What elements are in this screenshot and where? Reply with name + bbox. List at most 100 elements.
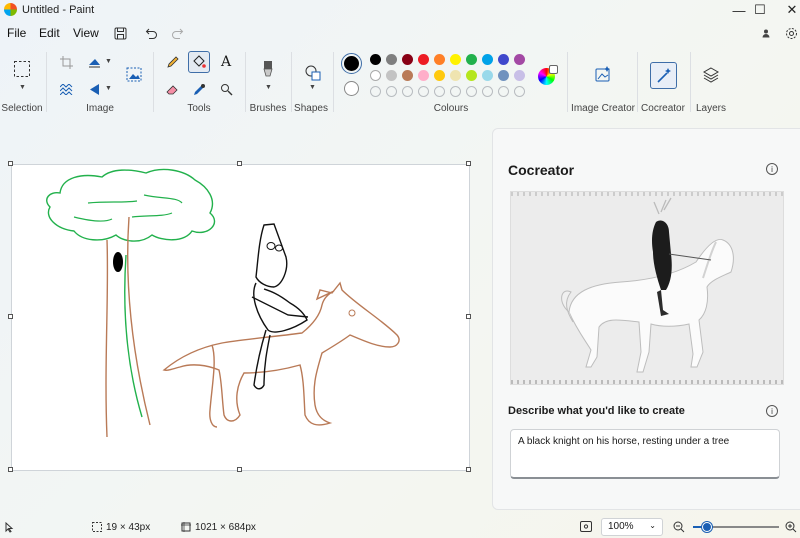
brushes-chevron-icon[interactable]: ▼ bbox=[265, 84, 272, 91]
close-button[interactable]: ✕ bbox=[775, 0, 800, 20]
resize-handle-br[interactable] bbox=[466, 467, 471, 472]
layers-button[interactable] bbox=[700, 64, 722, 86]
rotate-chevron-icon[interactable]: ▼ bbox=[105, 58, 112, 65]
shapes-chevron-icon[interactable]: ▼ bbox=[309, 84, 316, 91]
colour-swatch[interactable] bbox=[386, 54, 397, 65]
selection-tool-button[interactable] bbox=[11, 58, 33, 80]
colour-swatch[interactable] bbox=[514, 54, 525, 65]
color-picker-button[interactable] bbox=[189, 79, 209, 99]
brushes-button[interactable] bbox=[257, 58, 279, 80]
chevron-down-icon[interactable]: ▼ bbox=[19, 84, 26, 91]
image-creator-button[interactable] bbox=[592, 63, 614, 85]
rotate-button[interactable] bbox=[84, 52, 104, 72]
flip-chevron-icon[interactable]: ▼ bbox=[105, 85, 112, 92]
prompt-info-icon[interactable]: i bbox=[766, 405, 778, 417]
text-button[interactable]: A bbox=[216, 52, 236, 72]
ribbon-divider bbox=[46, 52, 47, 112]
cocreator-button[interactable] bbox=[650, 62, 677, 89]
resize-handle-tr[interactable] bbox=[466, 161, 471, 166]
colour-swatch[interactable] bbox=[370, 86, 381, 97]
resize-button[interactable] bbox=[56, 79, 76, 99]
zoom-select[interactable]: 100% ⌄ bbox=[601, 518, 663, 536]
colour-swatch[interactable] bbox=[514, 70, 525, 81]
drawing-canvas[interactable] bbox=[11, 164, 470, 471]
colour-swatch[interactable] bbox=[370, 70, 381, 81]
secondary-colour-button[interactable] bbox=[344, 81, 359, 96]
resize-handle-t[interactable] bbox=[237, 161, 242, 166]
colour-swatch[interactable] bbox=[482, 86, 493, 97]
resize-handle-r[interactable] bbox=[466, 314, 471, 319]
resize-handle-l[interactable] bbox=[8, 314, 13, 319]
settings-button[interactable] bbox=[782, 25, 800, 41]
resize-handle-tl[interactable] bbox=[8, 161, 13, 166]
colour-swatch[interactable] bbox=[466, 70, 477, 81]
colour-swatch[interactable] bbox=[450, 86, 461, 97]
knight-helmet bbox=[255, 223, 288, 288]
edit-colours-button[interactable] bbox=[538, 65, 558, 85]
shapes-button[interactable] bbox=[302, 62, 324, 84]
colour-swatch[interactable] bbox=[386, 70, 397, 81]
fill-button[interactable] bbox=[188, 51, 210, 73]
resize-handle-bl[interactable] bbox=[8, 467, 13, 472]
colour-swatch[interactable] bbox=[498, 70, 509, 81]
save-button[interactable] bbox=[111, 25, 129, 41]
maximize-button[interactable]: ☐ bbox=[743, 0, 777, 20]
fit-icon[interactable] bbox=[580, 521, 592, 532]
colour-swatch[interactable] bbox=[450, 54, 461, 65]
zoom-out-icon[interactable] bbox=[673, 521, 685, 533]
pencil-button[interactable] bbox=[162, 52, 182, 72]
colour-swatch[interactable] bbox=[386, 86, 397, 97]
colour-swatch[interactable] bbox=[418, 70, 429, 81]
flip-button[interactable] bbox=[84, 79, 104, 99]
colour-swatch[interactable] bbox=[482, 54, 493, 65]
generated-image-preview[interactable] bbox=[510, 191, 784, 385]
magnifier-button[interactable] bbox=[216, 79, 236, 99]
ribbon-toolbar: ▼ Selection ▼ ▼ Image A Tools ▼ Brushes … bbox=[0, 46, 800, 118]
colour-swatch[interactable] bbox=[450, 70, 461, 81]
foliage-line bbox=[131, 212, 173, 218]
prompt-input[interactable]: A black knight on his horse, resting und… bbox=[510, 429, 780, 479]
colour-swatch[interactable] bbox=[466, 86, 477, 97]
menu-edit[interactable]: Edit bbox=[39, 26, 60, 40]
info-icon[interactable]: i bbox=[766, 163, 778, 175]
magnifier-icon bbox=[220, 83, 232, 95]
colour-swatch[interactable] bbox=[498, 54, 509, 65]
primary-colour-button[interactable] bbox=[341, 53, 362, 74]
group-label-image: Image bbox=[86, 103, 114, 114]
ribbon-divider bbox=[567, 52, 568, 112]
colour-swatch[interactable] bbox=[498, 86, 509, 97]
colour-swatch[interactable] bbox=[482, 70, 493, 81]
colour-swatch[interactable] bbox=[402, 70, 413, 81]
menu-view[interactable]: View bbox=[73, 26, 99, 40]
colour-swatch[interactable] bbox=[434, 54, 445, 65]
group-label-brushes: Brushes bbox=[249, 103, 287, 114]
colour-swatch[interactable] bbox=[434, 86, 445, 97]
generated-knight-image bbox=[511, 192, 783, 384]
group-label-colours: Colours bbox=[433, 103, 469, 114]
colour-swatch[interactable] bbox=[370, 54, 381, 65]
colour-swatch[interactable] bbox=[418, 54, 429, 65]
cursor-icon bbox=[5, 522, 14, 533]
colour-swatch[interactable] bbox=[514, 86, 525, 97]
colour-swatch[interactable] bbox=[418, 86, 429, 97]
colour-swatch[interactable] bbox=[402, 86, 413, 97]
menu-file[interactable]: File bbox=[7, 26, 26, 40]
eraser-icon bbox=[165, 84, 178, 94]
film-strip-top bbox=[511, 192, 783, 196]
undo-button[interactable] bbox=[142, 25, 160, 41]
colour-swatch[interactable] bbox=[402, 54, 413, 65]
zoom-slider-thumb[interactable] bbox=[701, 522, 712, 532]
account-button[interactable] bbox=[757, 25, 775, 41]
resize-handle-b[interactable] bbox=[237, 467, 242, 472]
colour-swatch[interactable] bbox=[466, 54, 477, 65]
redo-button[interactable] bbox=[168, 25, 186, 41]
zoom-in-icon[interactable] bbox=[785, 521, 797, 533]
eraser-button[interactable] bbox=[162, 79, 182, 99]
redo-icon bbox=[171, 28, 183, 39]
image-select-icon bbox=[126, 67, 142, 81]
horse-eye bbox=[348, 309, 356, 317]
crop-button[interactable] bbox=[56, 52, 76, 72]
image-select-button[interactable] bbox=[124, 64, 144, 84]
colour-swatch[interactable] bbox=[434, 70, 445, 81]
shapes-icon bbox=[305, 65, 321, 81]
